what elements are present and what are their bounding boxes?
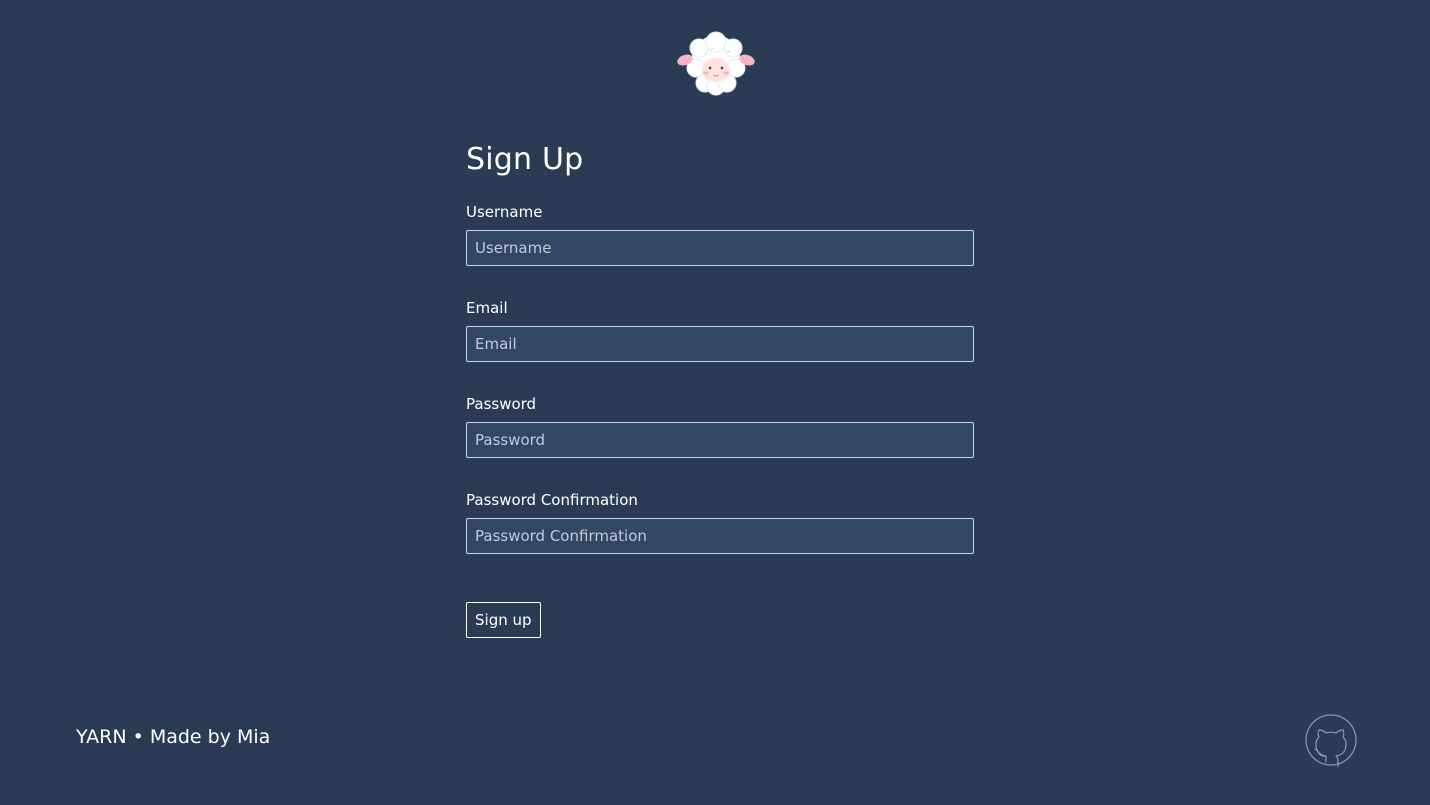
signup-page: Sign Up Username Email Password Password…: [0, 0, 1430, 805]
username-input[interactable]: [466, 230, 974, 266]
sheep-icon: [677, 31, 755, 96]
password-field-group: Password: [466, 394, 974, 458]
password-confirmation-field-group: Password Confirmation: [466, 490, 974, 554]
github-icon[interactable]: [1304, 713, 1358, 767]
signup-form: Sign Up Username Email Password Password…: [466, 140, 974, 638]
username-label: Username: [466, 203, 543, 221]
email-field-group: Email: [466, 298, 974, 362]
password-label: Password: [466, 395, 537, 413]
password-confirmation-input[interactable]: [466, 518, 974, 554]
password-confirmation-label: Password Confirmation: [466, 491, 638, 509]
password-input[interactable]: [466, 422, 974, 458]
footer-credits: YARN • Made by Mia: [76, 726, 271, 748]
email-input[interactable]: [466, 326, 974, 362]
username-field-group: Username: [466, 202, 974, 266]
email-label: Email: [466, 299, 508, 317]
sign-up-button[interactable]: Sign up: [466, 602, 541, 638]
page-title: Sign Up: [466, 142, 584, 177]
